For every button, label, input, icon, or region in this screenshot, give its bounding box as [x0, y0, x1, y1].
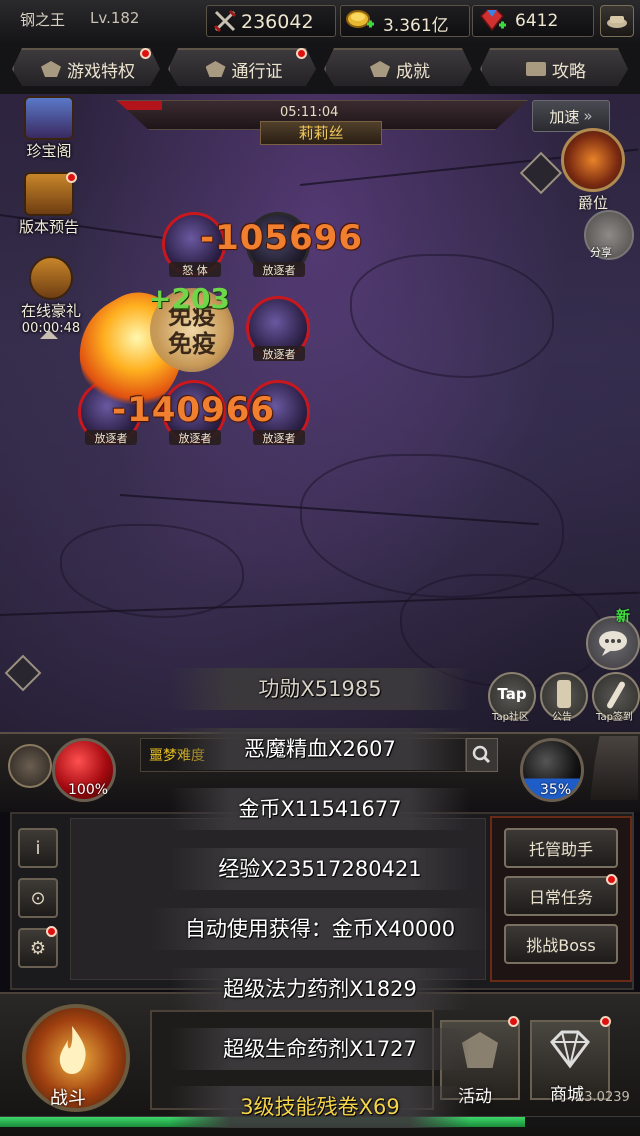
menu-button[interactable]: [600, 5, 634, 37]
challenge-boss-button[interactable]: 挑战Boss: [504, 924, 618, 964]
reward-line: 恶魔精血X2607: [170, 728, 470, 770]
reward-line: 经验X23517280421: [170, 848, 470, 890]
compass-icon: [29, 256, 73, 300]
gold-coins-plus-icon: [346, 10, 374, 28]
battle-log-area: [70, 818, 486, 980]
book-icon: [526, 62, 546, 76]
enemy-unit: 放逐者: [246, 296, 310, 361]
tab-guide[interactable]: 攻略: [480, 48, 628, 86]
mp-percent: 35%: [540, 782, 572, 798]
button-label: 托管助手: [528, 840, 593, 859]
button-label: 挑战Boss: [526, 936, 596, 955]
scroll-icon: [557, 680, 571, 708]
info-button[interactable]: i: [18, 828, 58, 868]
hp-percent: 100%: [68, 782, 109, 798]
boss-timer: 05:11:04: [280, 105, 339, 120]
diamond-icon: [550, 1030, 590, 1069]
share-label: 分享: [590, 246, 612, 259]
tab-achievements[interactable]: 成就: [324, 48, 472, 86]
tab-label: 成就: [396, 61, 430, 82]
side-label: 珍宝阁: [26, 142, 72, 160]
rank-label: 爵位: [577, 194, 608, 212]
gem-display[interactable]: 6412: [472, 5, 594, 37]
chat-button[interactable]: [586, 616, 640, 670]
notification-dot: [606, 874, 617, 885]
reward-line: 金币X11541677: [170, 788, 470, 830]
unit-label: 放逐者: [253, 430, 305, 445]
damage-number: -105696: [200, 218, 364, 258]
collapse-up-icon[interactable]: [40, 330, 58, 339]
notification-dot: [600, 1016, 611, 1027]
power-display: 236042: [206, 5, 336, 37]
crossed-swords-icon: [213, 9, 237, 33]
side-label: 版本预告: [18, 218, 79, 236]
double-chevron-right-icon: »: [583, 107, 593, 125]
tab-label: 通行证: [231, 61, 283, 82]
player-name: 钢之王: [20, 11, 66, 29]
feather-icon: [605, 680, 627, 710]
unit-label: 放逐者: [85, 430, 137, 445]
auto-assist-button[interactable]: 托管助手: [504, 828, 618, 868]
gold-display[interactable]: 3.361亿: [340, 5, 470, 37]
button-label: 日常任务: [528, 888, 593, 907]
unit-label: 放逐者: [253, 262, 305, 277]
reward-line: 超级生命药剂X1727: [170, 1028, 470, 1070]
portrait-emblem-icon[interactable]: [8, 744, 52, 788]
location-pin-icon: ⊙: [30, 887, 46, 909]
tab-label: 攻略: [552, 61, 586, 82]
notification-dot: [140, 48, 151, 59]
info-icon: i: [35, 837, 41, 859]
unit-label: 放逐者: [253, 346, 305, 361]
notification-dot: [46, 926, 57, 937]
search-button[interactable]: [466, 738, 498, 772]
gem-plus-icon: [479, 9, 506, 32]
immune-text: 免疫: [168, 330, 216, 358]
damage-number: -140966: [112, 390, 276, 430]
online-gift-button[interactable]: 在线豪礼 00:00:48: [14, 256, 88, 336]
unit-label: 怒 体: [169, 262, 221, 277]
search-icon: [472, 745, 491, 764]
rank-emblem-icon: [561, 128, 625, 192]
reward-line: 功勋X51985: [170, 668, 470, 710]
map-coordinate: 23.0239: [576, 1090, 630, 1105]
quick-label: 公告: [552, 712, 572, 723]
heal-number: +203: [148, 282, 230, 315]
reward-line: 自动使用获得：金币X40000: [150, 908, 490, 950]
side-label: 在线豪礼: [20, 302, 81, 320]
notification-dot: [66, 172, 77, 183]
speed-label: 加速: [549, 107, 580, 126]
daily-tasks-button[interactable]: 日常任务: [504, 876, 618, 916]
tab-label: 游戏特权: [67, 61, 135, 82]
wings-icon: [205, 61, 226, 77]
notification-dot: [296, 48, 307, 59]
gear-icon: ⚙: [29, 937, 47, 959]
unit-label: 放逐者: [169, 430, 221, 445]
rank-button[interactable]: 爵位: [558, 128, 628, 213]
boss-name: 莉莉丝: [260, 121, 382, 145]
hat-icon: [607, 16, 627, 28]
location-button[interactable]: ⊙: [18, 878, 58, 918]
gem-value: 6412: [515, 11, 559, 31]
power-value: 236042: [241, 11, 314, 33]
quick-label: Tap签到: [596, 712, 633, 723]
reward-line: 超级法力药剂X1829: [170, 968, 470, 1010]
gold-value: 3.361亿: [383, 16, 449, 36]
player-level: Lv.182: [90, 9, 140, 27]
quick-label: Tap社区: [492, 712, 529, 723]
treasure-chest-icon: [24, 96, 74, 140]
trophy-icon: [370, 61, 390, 77]
fight-label: 战斗: [50, 1088, 86, 1109]
treasure-pavilion-button[interactable]: 珍宝阁: [20, 96, 78, 161]
reward-line: 3级技能残卷X69: [170, 1086, 470, 1128]
notification-dot: [508, 1016, 519, 1027]
diamond-icon: [41, 61, 61, 77]
speech-bubble-icon: [599, 631, 627, 656]
new-badge: 新: [616, 609, 630, 625]
